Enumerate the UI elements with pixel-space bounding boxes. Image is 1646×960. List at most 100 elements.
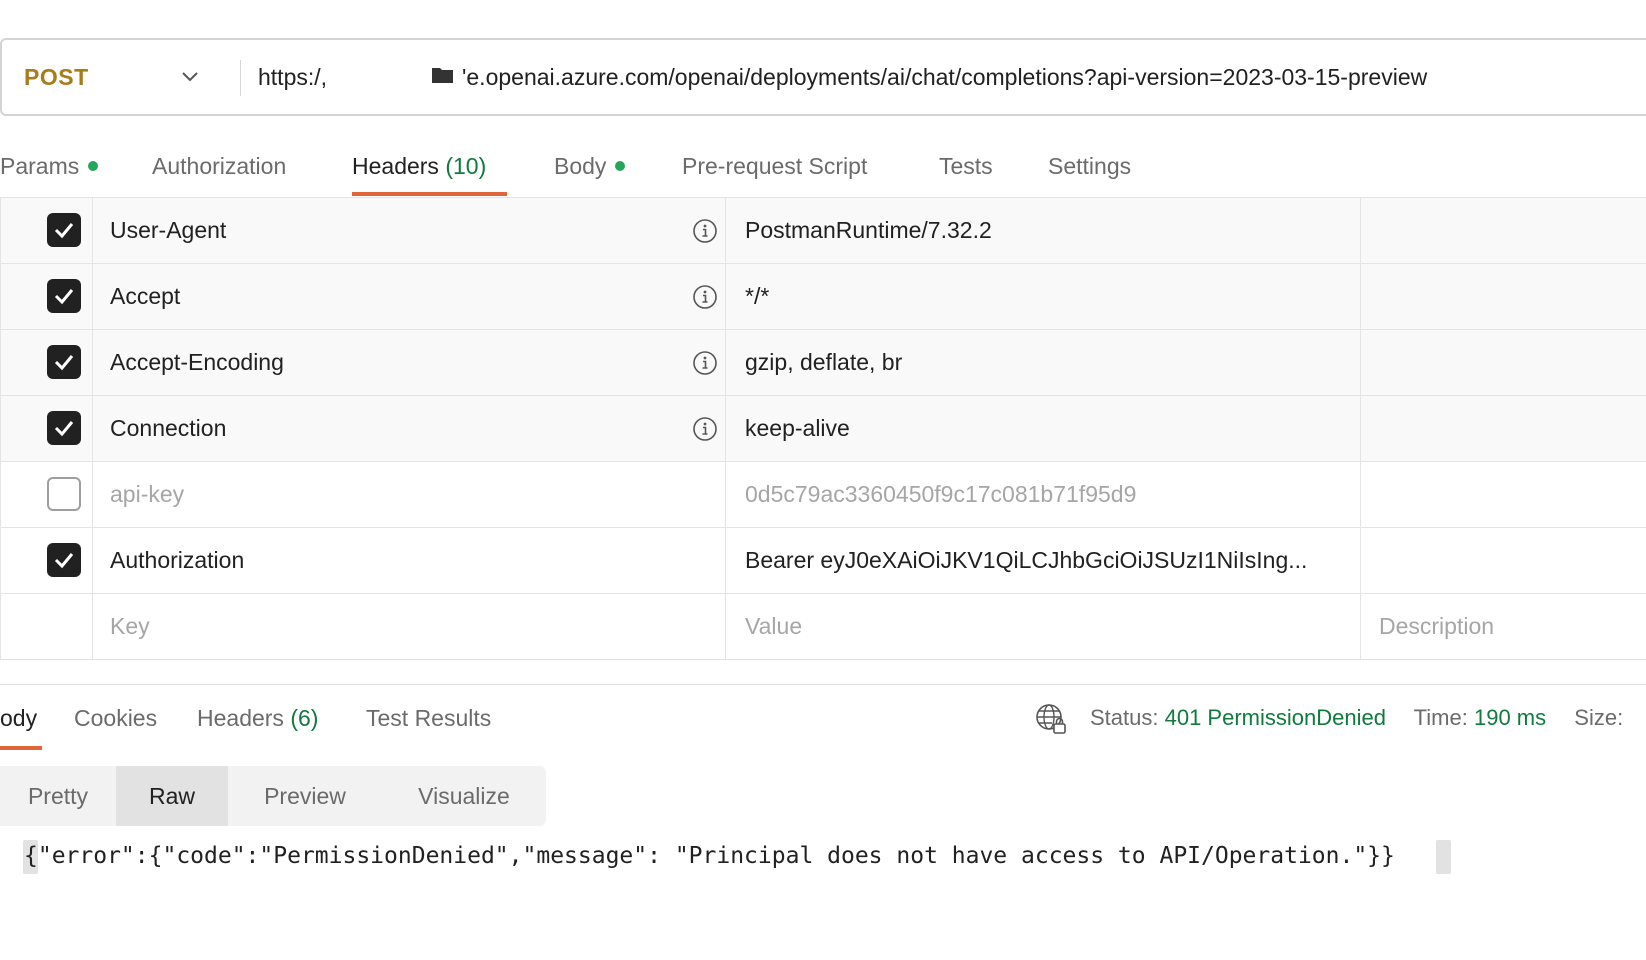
tab-params[interactable]: Params — [0, 140, 99, 200]
tab-pre-request-script[interactable]: Pre-request Script — [682, 140, 867, 200]
table-row: api-key 0d5c79ac3360450f9c17c081b71f95d9 — [0, 462, 1646, 528]
checkbox-cell — [0, 198, 93, 263]
response-divider — [0, 684, 1646, 685]
header-value[interactable]: gzip, deflate, br — [745, 330, 902, 395]
method-select[interactable]: POST — [24, 40, 89, 114]
table-row: Authorization Bearer eyJ0eXAiOiJKV1QiLCJ… — [0, 528, 1646, 594]
tab-tests[interactable]: Tests — [939, 140, 993, 200]
column-divider — [1360, 198, 1361, 263]
url-input[interactable]: https:/, — [258, 40, 327, 114]
status-dot — [88, 160, 99, 171]
active-response-tab-indicator — [0, 746, 42, 750]
checkmark-icon — [54, 553, 74, 569]
checkbox-cell — [0, 594, 93, 659]
column-divider — [1360, 528, 1361, 593]
status-label: Status: — [1090, 705, 1159, 730]
tab-cookies[interactable]: Cookies — [74, 698, 157, 740]
header-value[interactable]: 0d5c79ac3360450f9c17c081b71f95d9 — [745, 462, 1136, 527]
tab-test-results[interactable]: Test Results — [366, 698, 491, 740]
checkmark-icon — [54, 421, 74, 437]
checkmark-icon — [54, 289, 74, 305]
info-icon[interactable] — [692, 416, 718, 442]
tab-label: Authorization — [152, 153, 287, 179]
folder-icon — [432, 68, 453, 83]
column-divider — [725, 594, 726, 659]
tab-settings[interactable]: Settings — [1048, 140, 1131, 200]
tab-body[interactable]: Body — [554, 140, 626, 200]
column-divider — [725, 462, 726, 527]
column-divider — [725, 396, 726, 461]
table-row: Connection keep-alive — [0, 396, 1646, 462]
header-key[interactable]: api-key — [110, 462, 184, 527]
tab-label: Pre-request Script — [682, 153, 868, 179]
table-row: User-Agent PostmanRuntime/7.32.2 — [0, 198, 1646, 264]
size-label: Size: — [1574, 705, 1624, 730]
time-label: Time: — [1413, 705, 1468, 730]
header-key[interactable]: User-Agent — [110, 198, 226, 263]
tab-response-body[interactable]: ody — [0, 698, 37, 740]
column-divider — [725, 528, 726, 593]
chevron-down-icon[interactable] — [178, 64, 202, 88]
checkmark-icon — [54, 355, 74, 371]
row-checkbox[interactable] — [47, 213, 81, 247]
request-bar: POST https:/, 'e.openai.azure.com/openai… — [0, 38, 1646, 116]
column-divider — [725, 264, 726, 329]
response-meta: Status: 401 PermissionDenied Time: 190 m… — [1090, 698, 1623, 740]
info-icon[interactable] — [692, 218, 718, 244]
column-divider — [1360, 396, 1361, 461]
table-row: Accept */* — [0, 264, 1646, 330]
tab-headers[interactable]: Headers (10) — [352, 140, 486, 200]
tab-label: Tests — [939, 153, 993, 179]
headers-table: User-Agent PostmanRuntime/7.32.2 Accept … — [0, 197, 1646, 660]
view-preview-button[interactable]: Preview — [228, 766, 382, 826]
header-key[interactable]: Authorization — [110, 528, 244, 593]
info-icon[interactable] — [692, 284, 718, 310]
info-icon[interactable] — [692, 350, 718, 376]
header-value[interactable]: keep-alive — [745, 396, 850, 461]
view-raw-button[interactable]: Raw — [116, 766, 228, 826]
time-value[interactable]: 190 ms — [1474, 705, 1546, 730]
checkbox-cell — [0, 396, 93, 461]
header-key[interactable]: Connection — [110, 396, 226, 461]
status-dot — [615, 160, 626, 171]
globe-lock-icon[interactable] — [1034, 702, 1068, 736]
url-host-path[interactable]: 'e.openai.azure.com/openai/deployments/a… — [462, 40, 1427, 114]
tab-response-headers[interactable]: Headers (6) — [197, 698, 318, 740]
tab-count: (10) — [445, 153, 487, 179]
tab-label: Headers — [197, 705, 284, 731]
row-checkbox[interactable] — [47, 345, 81, 379]
column-divider — [725, 330, 726, 395]
view-pretty-button[interactable]: Pretty — [0, 766, 116, 826]
request-tabs: Params Authorization Headers (10) Body P… — [0, 140, 1646, 200]
header-value[interactable]: PostmanRuntime/7.32.2 — [745, 198, 992, 263]
view-visualize-button[interactable]: Visualize — [382, 766, 546, 826]
header-value[interactable]: Bearer eyJ0eXAiOiJKV1QiLCJhbGciOiJSUzI1N… — [745, 528, 1307, 593]
response-body-raw[interactable]: {"error":{"code":"PermissionDenied","mes… — [24, 838, 1395, 874]
tab-label: Params — [0, 153, 80, 179]
url-prefix: https:/, — [258, 64, 328, 90]
row-checkbox[interactable] — [47, 411, 81, 445]
bracket-match-highlight — [1436, 840, 1451, 874]
row-checkbox[interactable] — [47, 543, 81, 577]
new-header-row: Key Value Description — [0, 594, 1646, 660]
key-input[interactable]: Key — [110, 594, 150, 659]
header-key[interactable]: Accept — [110, 264, 180, 329]
table-row: Accept-Encoding gzip, deflate, br — [0, 330, 1646, 396]
checkbox-cell — [0, 462, 93, 527]
description-input[interactable]: Description — [1379, 594, 1494, 659]
header-key[interactable]: Accept-Encoding — [110, 330, 284, 395]
column-divider — [1360, 594, 1361, 659]
view-mode-toggle: Pretty Raw Preview Visualize — [0, 766, 546, 826]
tab-authorization[interactable]: Authorization — [152, 140, 286, 200]
row-checkbox[interactable] — [47, 477, 81, 511]
row-checkbox[interactable] — [47, 279, 81, 313]
column-divider — [725, 198, 726, 263]
checkbox-cell — [0, 528, 93, 593]
value-input[interactable]: Value — [745, 594, 802, 659]
tab-label: Body — [554, 153, 607, 179]
header-value[interactable]: */* — [745, 264, 769, 329]
checkmark-icon — [54, 223, 74, 239]
checkbox-cell — [0, 330, 93, 395]
status-value[interactable]: 401 PermissionDenied — [1165, 705, 1386, 730]
tab-label: Settings — [1048, 153, 1132, 179]
